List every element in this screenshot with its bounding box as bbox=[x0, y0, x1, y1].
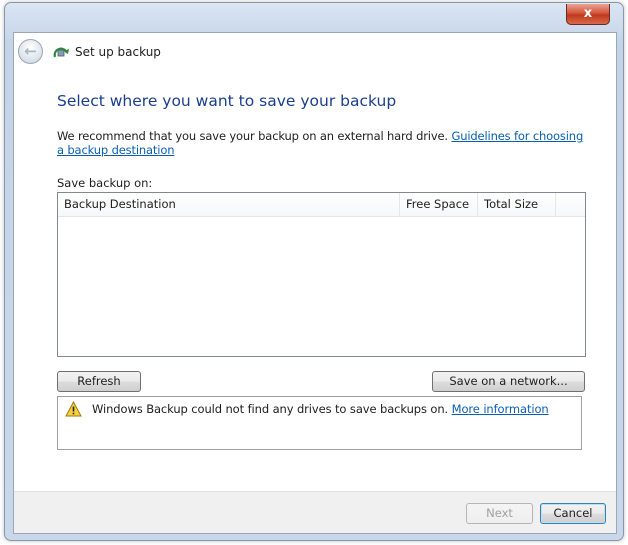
backup-app-icon bbox=[53, 47, 69, 58]
warning-message: Windows Backup could not find any drives… bbox=[92, 402, 549, 416]
page-heading: Select where you want to save your backu… bbox=[57, 92, 397, 110]
setup-backup-window: x ← Set up backup Select where you want … bbox=[4, 2, 624, 541]
destination-list-header: Backup Destination Free Space Total Size bbox=[58, 193, 585, 217]
column-backup-destination[interactable]: Backup Destination bbox=[58, 193, 400, 216]
column-free-space[interactable]: Free Space bbox=[400, 193, 478, 216]
dialog-content: ← Set up backup Select where you want to… bbox=[13, 32, 617, 534]
back-button[interactable]: ← bbox=[18, 39, 43, 64]
cancel-button[interactable]: Cancel bbox=[540, 503, 606, 524]
close-button[interactable]: x bbox=[566, 4, 610, 25]
recommendation-text: We recommend that you save your backup o… bbox=[57, 129, 592, 157]
message-box: Windows Backup could not find any drives… bbox=[57, 396, 582, 450]
recommend-sentence: We recommend that you save your backup o… bbox=[57, 129, 452, 143]
back-arrow-icon: ← bbox=[24, 42, 37, 60]
window-title: Set up backup bbox=[75, 45, 161, 59]
destination-list[interactable]: Backup Destination Free Space Total Size bbox=[57, 192, 586, 357]
warning-sentence: Windows Backup could not find any drives… bbox=[92, 402, 452, 416]
warning-icon bbox=[65, 401, 82, 417]
refresh-button[interactable]: Refresh bbox=[57, 371, 141, 392]
header-bar: ← Set up backup bbox=[14, 33, 616, 71]
save-backup-label: Save backup on: bbox=[57, 176, 153, 190]
column-filler bbox=[556, 193, 585, 216]
dialog-footer: Next Cancel bbox=[14, 491, 616, 533]
next-button[interactable]: Next bbox=[466, 503, 533, 524]
more-information-link[interactable]: More information bbox=[452, 402, 549, 416]
column-total-size[interactable]: Total Size bbox=[478, 193, 556, 216]
save-on-network-button[interactable]: Save on a network... bbox=[432, 371, 585, 392]
